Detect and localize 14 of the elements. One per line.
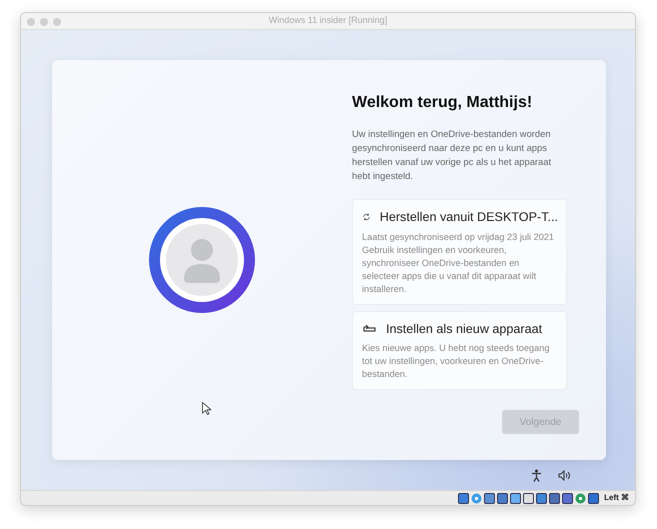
host-key-label: Left ⌘: [604, 492, 629, 504]
volume-icon[interactable]: [558, 470, 571, 481]
cursor-icon: [202, 402, 211, 416]
option-card[interactable]: Instellen als nieuw apparaat Kies nieuwe apps. U hebt nog steeds toegang tot uw instellingen, voorkeuren en OneDrive-bestanden.: [352, 310, 567, 390]
option-card[interactable]: [352, 198, 567, 305]
option-description: Kies nieuwe apps. U hebt nog steeds toegang tot uw instellingen, voorkeuren en OneDrive-bestanden.: [362, 342, 550, 382]
welcome-description: Uw instellingen en OneDrive-bestanden worden gesynchroniseerd naar deze pc en u kunt apps herstellen vanaf uw vorige pc als u het apparaat hebt ingesteld.: [352, 126, 552, 183]
avatar-icon: [149, 207, 255, 314]
accessibility-icon[interactable]: [531, 468, 542, 482]
option-title: Herstellen vanuit DESKTOP-T...: [380, 208, 558, 226]
window-title: Windows 11 insider [Running]: [268, 14, 388, 28]
option-title: Instellen als nieuw apparaat: [386, 320, 542, 338]
option-description: Laatst gesynchroniseerd op vrijdag 23 juli 2021 Gebruik instellingen en voorkeuren, synchroniseer OneDrive-bestanden en selecteer apps die u vanaf dit apparaat wilt installeren.: [362, 230, 556, 296]
welcome-heading: Welkom terug, Matthijs!: [352, 93, 534, 113]
